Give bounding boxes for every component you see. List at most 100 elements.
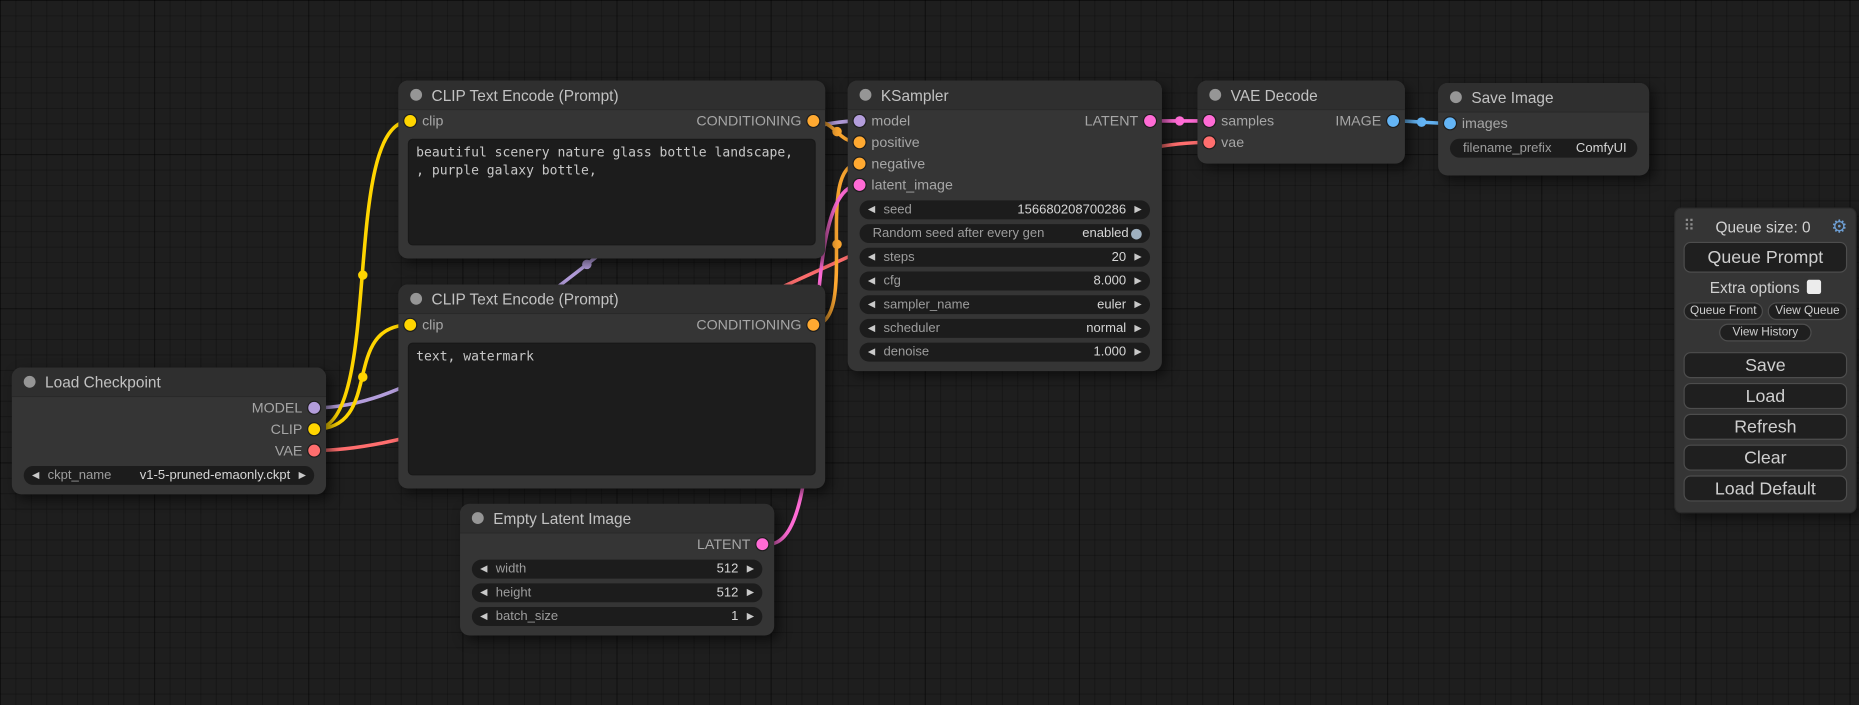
slot-label-latent: LATENT	[1085, 113, 1139, 130]
samples-input-pin[interactable]	[1203, 115, 1215, 127]
decrement-arrow-icon[interactable]	[868, 253, 875, 262]
prev-value-arrow-icon[interactable]	[868, 324, 875, 333]
height-widget[interactable]: height 512	[472, 583, 762, 602]
model-input-pin[interactable]	[854, 115, 866, 127]
decrement-arrow-icon[interactable]	[868, 347, 875, 356]
node-save-image[interactable]: Save Image images filename_prefix ComfyU…	[1438, 83, 1649, 175]
toggle-knob-icon[interactable]	[1131, 228, 1142, 239]
collapse-toggle-icon[interactable]	[24, 376, 36, 388]
image-output-pin[interactable]	[1387, 115, 1399, 127]
load-button[interactable]: Load	[1684, 383, 1848, 409]
ckpt-name-widget[interactable]: ckpt_name v1-5-pruned-emaonly.ckpt	[24, 466, 314, 485]
slot-row: model LATENT	[848, 110, 1162, 131]
widget-label: cfg	[883, 274, 1093, 288]
increment-arrow-icon[interactable]	[747, 564, 754, 573]
node-title: Load Checkpoint	[45, 373, 161, 391]
node-canvas[interactable]: Load Checkpoint MODEL CLIP VAE ckpt_name…	[0, 0, 1859, 705]
vae-input-pin[interactable]	[1203, 136, 1215, 148]
increment-arrow-icon[interactable]	[1134, 276, 1141, 285]
prev-value-arrow-icon[interactable]	[32, 471, 39, 480]
slot-label-clip: clip	[422, 113, 443, 130]
link-midpoint-dot	[358, 270, 367, 279]
batch-size-widget[interactable]: batch_size 1	[472, 607, 762, 626]
node-load-checkpoint[interactable]: Load Checkpoint MODEL CLIP VAE ckpt_name…	[12, 368, 326, 495]
clip-output-pin[interactable]	[308, 423, 320, 435]
widget-value: enabled	[1082, 226, 1128, 240]
images-input-pin[interactable]	[1444, 117, 1456, 129]
link-midpoint-dot	[1175, 116, 1184, 125]
negative-input-pin[interactable]	[854, 158, 866, 170]
cfg-widget[interactable]: cfg 8.000	[860, 272, 1150, 291]
collapse-toggle-icon[interactable]	[472, 512, 484, 524]
collapse-toggle-icon[interactable]	[1450, 91, 1462, 103]
comfyui-viewport: Load Checkpoint MODEL CLIP VAE ckpt_name…	[0, 0, 1859, 705]
node-empty-latent-image[interactable]: Empty Latent Image LATENT width 512 heig…	[460, 504, 774, 636]
widget-label: filename_prefix	[1463, 141, 1576, 155]
positive-prompt-textarea[interactable]: beautiful scenery nature glass bottle la…	[408, 139, 816, 246]
node-title: CLIP Text Encode (Prompt)	[432, 290, 619, 308]
increment-arrow-icon[interactable]	[747, 612, 754, 621]
vae-output-pin[interactable]	[308, 445, 320, 457]
model-output-pin[interactable]	[308, 402, 320, 414]
clip-input-pin[interactable]	[404, 319, 416, 331]
width-widget[interactable]: width 512	[472, 560, 762, 579]
queue-prompt-button[interactable]: Queue Prompt	[1684, 242, 1848, 273]
node-title-bar: Empty Latent Image	[460, 504, 774, 534]
widget-label: batch_size	[496, 609, 731, 623]
drag-handle-icon[interactable]	[1684, 217, 1695, 236]
increment-arrow-icon[interactable]	[1134, 205, 1141, 214]
latent-output-pin[interactable]	[756, 538, 768, 550]
increment-arrow-icon[interactable]	[1134, 347, 1141, 356]
conditioning-output-pin[interactable]	[807, 319, 819, 331]
positive-input-pin[interactable]	[854, 136, 866, 148]
steps-widget[interactable]: steps 20	[860, 248, 1150, 267]
random-seed-toggle-widget[interactable]: Random seed after every gen enabled	[860, 224, 1150, 243]
output-row: VAE	[12, 440, 326, 461]
latent-image-input-pin[interactable]	[854, 179, 866, 191]
node-title-bar: CLIP Text Encode (Prompt)	[398, 81, 825, 111]
sampler-name-widget[interactable]: sampler_name euler	[860, 295, 1150, 314]
slot-row: images	[1438, 113, 1649, 134]
clip-input-pin[interactable]	[404, 115, 416, 127]
widget-value: 1.000	[1093, 345, 1126, 359]
collapse-toggle-icon[interactable]	[410, 293, 422, 305]
seed-widget[interactable]: seed 156680208700286	[860, 200, 1150, 219]
decrement-arrow-icon[interactable]	[868, 276, 875, 285]
extra-options-checkbox[interactable]	[1807, 280, 1821, 294]
collapse-toggle-icon[interactable]	[1209, 89, 1221, 101]
denoise-widget[interactable]: denoise 1.000	[860, 343, 1150, 362]
load-default-button[interactable]: Load Default	[1684, 475, 1848, 501]
collapse-toggle-icon[interactable]	[410, 89, 422, 101]
conditioning-output-pin[interactable]	[807, 115, 819, 127]
save-button[interactable]: Save	[1684, 352, 1848, 378]
widget-value: 156680208700286	[1017, 203, 1126, 217]
filename-prefix-widget[interactable]: filename_prefix ComfyUI	[1450, 139, 1637, 158]
settings-gear-icon[interactable]	[1831, 216, 1847, 237]
decrement-arrow-icon[interactable]	[868, 205, 875, 214]
next-value-arrow-icon[interactable]	[1134, 300, 1141, 309]
queue-front-button[interactable]: Queue Front	[1684, 302, 1763, 320]
view-history-button[interactable]: View History	[1719, 324, 1811, 342]
node-clip-text-encode-negative[interactable]: CLIP Text Encode (Prompt) clip CONDITION…	[398, 285, 825, 489]
collapse-toggle-icon[interactable]	[860, 89, 872, 101]
decrement-arrow-icon[interactable]	[480, 564, 487, 573]
decrement-arrow-icon[interactable]	[480, 588, 487, 597]
view-queue-button[interactable]: View Queue	[1768, 302, 1847, 320]
widget-label: sampler_name	[883, 298, 1097, 312]
node-ksampler[interactable]: KSampler model LATENT positive negative …	[848, 81, 1162, 371]
decrement-arrow-icon[interactable]	[480, 612, 487, 621]
negative-prompt-textarea[interactable]: text, watermark	[408, 343, 816, 476]
increment-arrow-icon[interactable]	[747, 588, 754, 597]
slot-row: clip CONDITIONING	[398, 110, 825, 131]
increment-arrow-icon[interactable]	[1134, 253, 1141, 262]
latent-output-pin[interactable]	[1144, 115, 1156, 127]
prev-value-arrow-icon[interactable]	[868, 300, 875, 309]
next-value-arrow-icon[interactable]	[299, 471, 306, 480]
next-value-arrow-icon[interactable]	[1134, 324, 1141, 333]
refresh-button[interactable]: Refresh	[1684, 414, 1848, 440]
scheduler-widget[interactable]: scheduler normal	[860, 319, 1150, 338]
clear-button[interactable]: Clear	[1684, 445, 1848, 471]
node-clip-text-encode-positive[interactable]: CLIP Text Encode (Prompt) clip CONDITION…	[398, 81, 825, 259]
node-title: KSampler	[881, 86, 949, 104]
node-vae-decode[interactable]: VAE Decode samples IMAGE vae	[1197, 81, 1404, 164]
